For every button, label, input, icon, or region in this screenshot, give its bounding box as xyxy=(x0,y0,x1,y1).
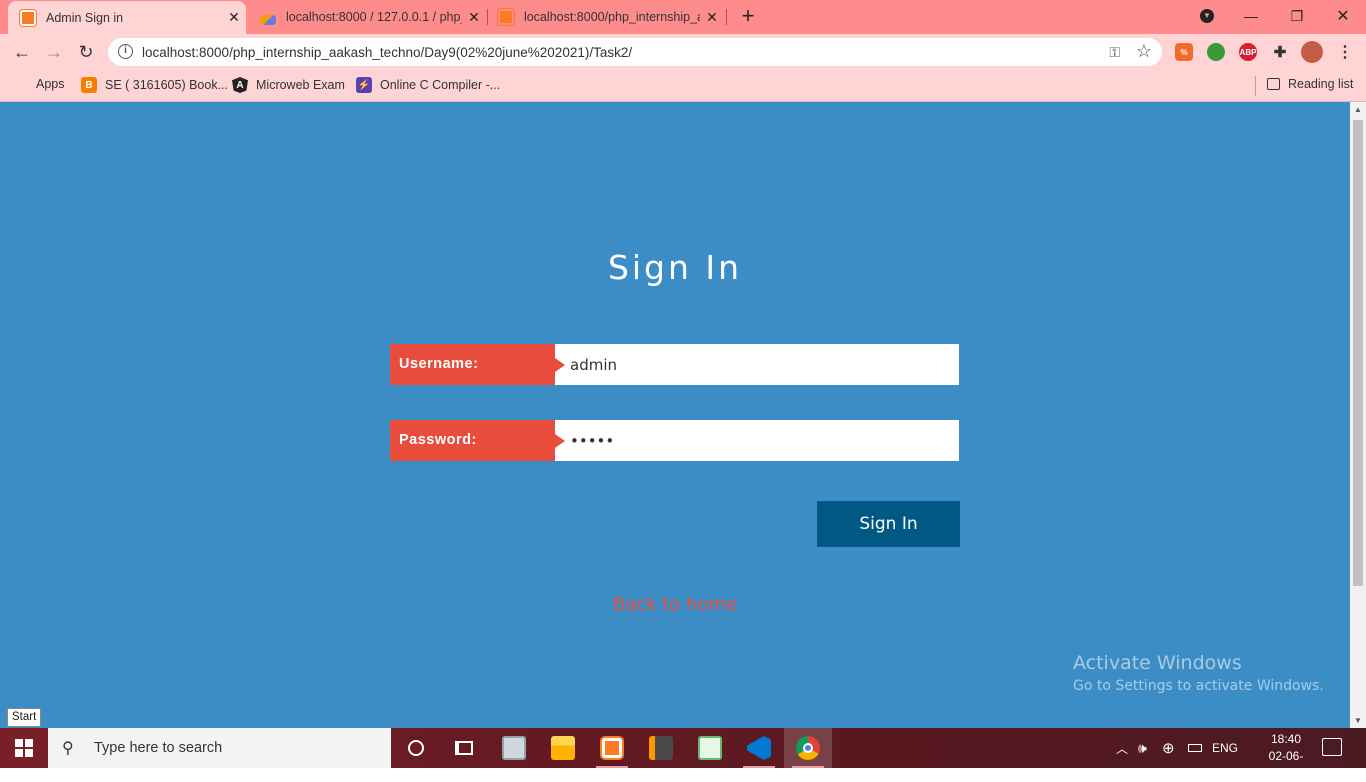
tab-title: Admin Sign in xyxy=(46,10,124,25)
windows-taskbar: ⚲ Type here to search ︿ 🕪 ⊕ ENG 18:40 02… xyxy=(0,728,1366,780)
clock-date: 02-06-2021 xyxy=(1268,749,1304,780)
angular-icon: A xyxy=(232,77,248,93)
vscode-icon[interactable] xyxy=(735,728,783,768)
tab-internship[interactable]: localhost:8000/php_internship_aa ✕ xyxy=(486,0,724,34)
close-tab-icon[interactable]: ✕ xyxy=(700,9,724,26)
back-to-home-link[interactable]: Back to home xyxy=(0,594,1350,615)
xampp-taskbar-icon[interactable] xyxy=(588,728,636,768)
taskbar-search-box[interactable]: ⚲ Type here to search xyxy=(48,728,391,768)
phpmyadmin-icon xyxy=(260,15,276,25)
apps-grid-icon xyxy=(14,77,28,91)
bookmarks-bar: Apps B SE ( 3161605) Book... A Microweb … xyxy=(0,70,1366,102)
tab-search-icon[interactable]: ▼ xyxy=(1184,0,1230,32)
page-scrollbar[interactable]: ▲ ▼ xyxy=(1350,102,1366,728)
bookmark-label: Online C Compiler -... xyxy=(380,78,501,92)
extensions-puzzle-icon[interactable]: ✚ xyxy=(1271,43,1289,61)
cortana-icon[interactable] xyxy=(392,728,440,768)
windows-start-icon[interactable] xyxy=(0,728,48,768)
search-placeholder: Type here to search xyxy=(94,740,223,756)
username-input[interactable] xyxy=(555,344,959,385)
taskbar-clock[interactable]: 18:40 02-06-2021 xyxy=(1258,731,1314,782)
password-input[interactable] xyxy=(555,420,959,461)
taskbar-app-icon[interactable] xyxy=(490,728,538,768)
tab-admin-sign-in[interactable]: Admin Sign in ✕ xyxy=(8,1,246,34)
language-indicator[interactable]: ENG xyxy=(1212,728,1238,768)
bookmark-label: Microweb Exam xyxy=(256,78,345,92)
sign-in-button[interactable]: Sign In xyxy=(817,501,960,547)
reading-list-icon xyxy=(1267,78,1280,90)
username-row: Username: xyxy=(390,344,959,385)
watermark-subtitle: Go to Settings to activate Windows. xyxy=(1073,678,1324,694)
xampp-icon xyxy=(20,9,36,26)
tab-separator xyxy=(726,9,727,25)
start-tooltip: Start xyxy=(7,708,42,727)
volume-icon[interactable]: 🕪 xyxy=(1138,728,1147,768)
new-tab-icon[interactable]: + xyxy=(736,5,760,29)
back-arrow-icon[interactable]: ← xyxy=(8,38,36,66)
scroll-up-icon[interactable]: ▲ xyxy=(1354,105,1362,114)
tab-title: localhost:8000/php_internship_aa xyxy=(524,10,700,24)
bookmark-apps[interactable]: Apps xyxy=(14,77,65,91)
bookmark-label: SE ( 3161605) Book... xyxy=(105,78,228,92)
adblock-icon[interactable]: ABP xyxy=(1239,43,1257,61)
chrome-taskbar-icon[interactable] xyxy=(784,728,832,768)
page-viewport: Sign In Username: Password: Sign In Back… xyxy=(0,102,1350,728)
scrollbar-thumb[interactable] xyxy=(1353,120,1363,586)
close-tab-icon[interactable]: ✕ xyxy=(462,9,486,26)
address-bar[interactable]: i localhost:8000/php_internship_aakash_t… xyxy=(108,38,1162,66)
watermark-title: Activate Windows xyxy=(1073,652,1242,674)
file-explorer-icon[interactable] xyxy=(539,728,587,768)
site-info-icon[interactable]: i xyxy=(118,44,133,59)
tab-title: localhost:8000 / 127.0.0.1 / php_i xyxy=(286,10,462,24)
reading-list-label: Reading list xyxy=(1288,77,1354,91)
bookmarks-separator xyxy=(1255,76,1256,96)
bolt-icon: ⚡ xyxy=(356,77,372,93)
action-center-icon[interactable] xyxy=(1322,738,1342,756)
network-globe-icon[interactable]: ⊕ xyxy=(1162,728,1175,768)
notepad-plus-icon[interactable] xyxy=(686,728,734,768)
activate-windows-watermark: Activate Windows Go to Settings to activ… xyxy=(1073,652,1324,694)
bookmark-online-c-compiler[interactable]: ⚡ Online C Compiler -... xyxy=(356,77,500,93)
page-title: Sign In xyxy=(607,248,743,287)
extension-globe-icon[interactable] xyxy=(1207,43,1225,61)
browser-toolbar: ← → ↻ i localhost:8000/php_internship_aa… xyxy=(0,34,1366,70)
scroll-down-icon[interactable]: ▼ xyxy=(1354,716,1362,725)
reading-list-button[interactable]: Reading list xyxy=(1267,77,1353,91)
show-hidden-icons[interactable]: ︿ xyxy=(1116,728,1128,768)
search-icon: ⚲ xyxy=(62,740,74,757)
xampp-icon xyxy=(498,9,514,25)
profile-avatar-icon[interactable] xyxy=(1301,41,1323,63)
sublime-text-icon[interactable] xyxy=(637,728,685,768)
blogger-icon: B xyxy=(81,77,97,93)
address-url[interactable]: localhost:8000/php_internship_aakash_tec… xyxy=(142,45,632,60)
password-label: Password: xyxy=(390,420,565,461)
bookmark-se-book[interactable]: B SE ( 3161605) Book... xyxy=(81,77,228,93)
bookmark-star-icon[interactable]: ☆ xyxy=(1136,41,1152,62)
restore-icon[interactable]: ❐ xyxy=(1274,0,1320,32)
forward-arrow-icon[interactable]: → xyxy=(40,38,68,66)
battery-icon[interactable] xyxy=(1188,728,1202,768)
browser-chrome: Admin Sign in ✕ localhost:8000 / 127.0.0… xyxy=(0,0,1366,102)
task-view-icon[interactable] xyxy=(440,728,488,768)
close-tab-icon[interactable]: ✕ xyxy=(222,9,246,26)
menu-dots-icon[interactable]: ⋮ xyxy=(1336,43,1354,61)
extension-translate-icon[interactable]: % xyxy=(1175,43,1193,61)
minimize-icon[interactable]: — xyxy=(1228,0,1274,32)
key-icon[interactable]: ⚿ xyxy=(1109,44,1120,61)
tab-phpmyadmin[interactable]: localhost:8000 / 127.0.0.1 / php_i ✕ xyxy=(248,0,486,34)
close-window-icon[interactable]: ✕ xyxy=(1320,0,1366,32)
bookmark-label: Apps xyxy=(36,77,65,91)
tab-strip: Admin Sign in ✕ localhost:8000 / 127.0.0… xyxy=(0,0,1366,34)
bookmark-microweb-exam[interactable]: A Microweb Exam xyxy=(232,77,345,93)
reload-icon[interactable]: ↻ xyxy=(72,38,100,66)
username-label: Username: xyxy=(390,344,565,385)
clock-time: 18:40 xyxy=(1270,732,1302,746)
password-row: Password: xyxy=(390,420,959,461)
